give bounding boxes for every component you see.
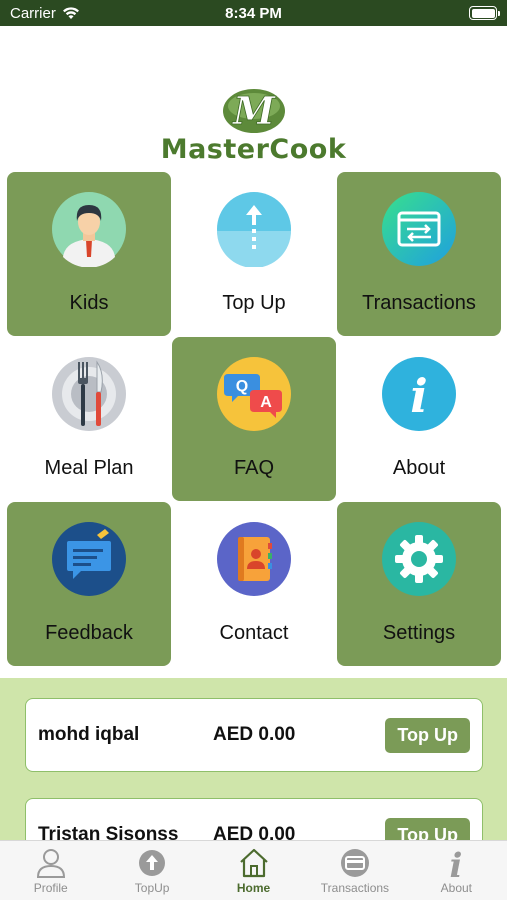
accounts-panel[interactable]: mohd iqbal AED 0.00 Top Up Tristan Sison… xyxy=(0,678,507,840)
menu-tile-faq[interactable]: Q A FAQ xyxy=(172,337,336,501)
carrier-label: Carrier xyxy=(10,4,56,22)
feedback-note-icon xyxy=(52,522,126,596)
svg-text:A: A xyxy=(260,394,272,411)
menu-label-contact: Contact xyxy=(219,622,289,644)
menu-label-meal-plan: Meal Plan xyxy=(44,457,134,479)
transfer-window-icon xyxy=(382,192,456,266)
tab-label-transactions: Transactions xyxy=(320,881,390,895)
arrow-up-circle-icon xyxy=(139,850,166,876)
qa-bubbles-icon: Q A xyxy=(217,357,291,431)
menu-grid: Kids Top Up Transactions Meal Plan Q A F… xyxy=(7,172,501,666)
menu-label-top-up: Top Up xyxy=(222,292,286,314)
menu-tile-kids[interactable]: Kids xyxy=(7,172,171,336)
kid-avatar-icon xyxy=(52,192,126,267)
account-card: Tristan Sisonss AED 0.00 Top Up xyxy=(25,798,483,840)
tab-label-topup: TopUp xyxy=(134,881,170,895)
account-top-up-button[interactable]: Top Up xyxy=(385,817,470,840)
menu-label-transactions: Transactions xyxy=(362,292,476,314)
menu-tile-about[interactable]: i About xyxy=(337,337,501,501)
status-left: Carrier xyxy=(10,5,80,22)
tab-about[interactable]: i About xyxy=(406,841,507,900)
info-icon: i xyxy=(382,357,456,431)
menu-label-kids: Kids xyxy=(69,292,109,314)
tab-label-home: Home xyxy=(236,881,271,895)
menu-tile-contact[interactable]: Contact xyxy=(172,502,336,666)
account-balance: AED 0.00 xyxy=(213,724,296,745)
account-name: Tristan Sisonss xyxy=(38,824,179,840)
menu-tile-meal-plan[interactable]: Meal Plan xyxy=(7,337,171,501)
tab-bar: Profile TopUp Home Transactions i About xyxy=(0,840,507,900)
arrow-up-icon xyxy=(217,192,291,267)
info-icon: i xyxy=(450,847,463,879)
logo-mark-letter: M xyxy=(230,88,275,133)
fork-knife-plate-icon xyxy=(52,357,126,431)
logo-text: MasterCook xyxy=(160,134,347,165)
person-icon xyxy=(36,849,65,878)
account-top-up-button[interactable]: Top Up xyxy=(385,717,470,753)
menu-label-faq: FAQ xyxy=(233,457,274,479)
menu-tile-settings[interactable]: Settings xyxy=(337,502,501,666)
gear-icon xyxy=(382,522,456,596)
account-card: mohd iqbal AED 0.00 Top Up xyxy=(25,698,483,772)
svg-text:i: i xyxy=(450,847,463,879)
card-icon xyxy=(340,849,369,877)
svg-text:Q: Q xyxy=(236,378,248,395)
account-name: mohd iqbal xyxy=(38,724,140,745)
tab-topup[interactable]: TopUp xyxy=(101,841,202,900)
tab-home[interactable]: Home xyxy=(203,841,304,900)
wifi-icon xyxy=(62,7,79,19)
house-icon xyxy=(239,848,268,878)
logo-mark-icon: M xyxy=(222,88,285,133)
menu-label-settings: Settings xyxy=(382,622,456,644)
menu-tile-feedback[interactable]: Feedback xyxy=(7,502,171,666)
tab-label-profile: Profile xyxy=(33,881,68,895)
menu-tile-top-up[interactable]: Top Up xyxy=(172,172,336,336)
account-balance: AED 0.00 xyxy=(213,824,296,840)
svg-text:i: i xyxy=(410,369,427,423)
menu-label-about: About xyxy=(392,457,446,479)
battery-icon xyxy=(469,6,500,20)
tab-profile[interactable]: Profile xyxy=(0,841,101,900)
contact-book-icon xyxy=(217,522,291,596)
menu-label-feedback: Feedback xyxy=(45,622,133,644)
status-bar: Carrier 8:34 PM xyxy=(0,0,507,26)
menu-tile-transactions[interactable]: Transactions xyxy=(337,172,501,336)
tab-transactions[interactable]: Transactions xyxy=(304,841,405,900)
tab-label-about: About xyxy=(440,881,472,895)
app-logo: M MasterCook xyxy=(0,86,507,166)
